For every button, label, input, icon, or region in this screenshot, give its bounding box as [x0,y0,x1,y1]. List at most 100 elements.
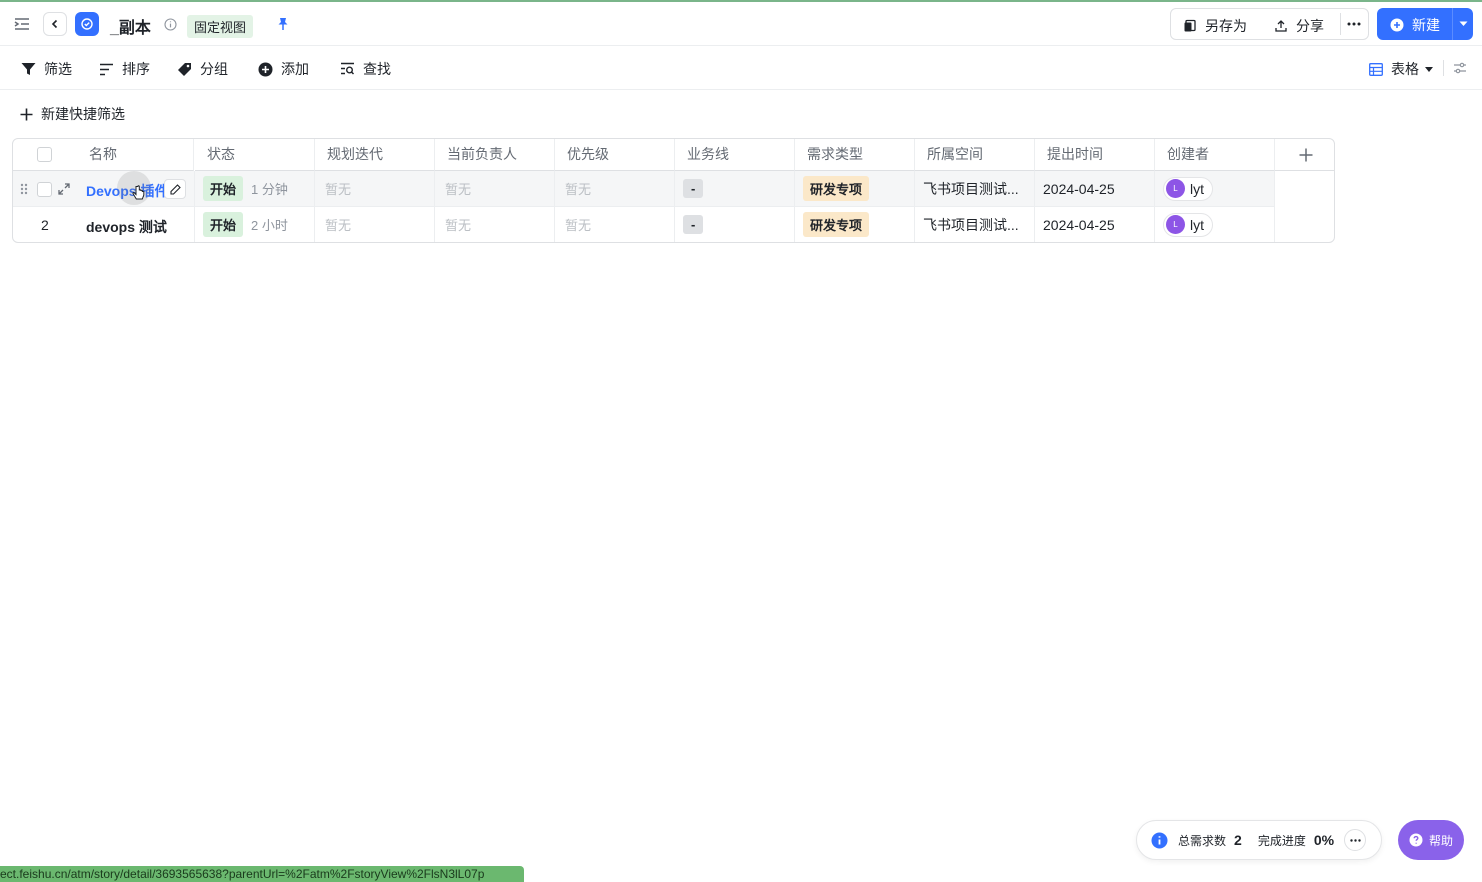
caret-down-icon [1425,66,1433,72]
select-all-checkbox[interactable] [37,147,52,162]
summary-panel: 总需求数 2 完成进度 0% [1136,820,1382,860]
add-label: 添加 [281,61,309,77]
info-icon[interactable] [163,17,177,31]
help-button[interactable]: 帮助 [1398,820,1464,860]
row-checkbox[interactable] [37,182,52,197]
save-as-button[interactable]: 另存为 [1183,16,1247,36]
sidebar-toggle-icon[interactable] [12,14,32,34]
drag-handle-icon[interactable] [20,183,28,195]
avatar: L [1166,215,1185,234]
more-icon[interactable] [1344,829,1367,851]
new-dropdown-icon[interactable] [1454,16,1472,32]
column-header[interactable]: 名称 [89,139,117,169]
column-header[interactable]: 需求类型 [795,139,915,171]
column-header[interactable]: 所属空间 [915,139,1035,171]
creator-cell[interactable]: L lyt [1155,207,1275,242]
add-button[interactable]: 添加 [258,59,309,79]
empty-value: 暂无 [445,182,472,197]
page-title: _副本 [110,20,151,37]
sort-button[interactable]: 排序 [99,59,150,79]
iteration-cell[interactable]: 暂无 [315,171,435,207]
table-row[interactable]: 2 devops 测试 [13,207,195,242]
share-label: 分享 [1296,18,1324,34]
plus-icon [1299,148,1312,161]
view-type-tag: 固定视图 [187,15,254,38]
space-value: 飞书项目测试... [923,180,1019,197]
created-cell[interactable]: 2024-04-25 [1035,207,1155,242]
column-header[interactable]: 创建者 [1155,139,1275,171]
row-name[interactable]: devops 测试 [86,217,167,237]
new-quick-filter-button[interactable]: 新建快捷筛选 [20,104,125,124]
status-tag: 开始 [203,176,244,201]
add-column-button[interactable] [1275,139,1334,171]
table-row[interactable]: Devops 插件 [13,171,195,207]
type-cell[interactable]: 研发专项 [795,207,915,242]
status-cell[interactable]: 开始 1 分钟 [195,171,315,207]
user-chip[interactable]: L lyt [1163,212,1213,237]
pin-icon[interactable] [275,16,291,32]
created-cell[interactable]: 2024-04-25 [1035,171,1155,207]
filter-button[interactable]: 筛选 [21,59,72,79]
header-select-cell: 名称 [13,139,194,171]
space-cell[interactable]: 飞书项目测试... [915,171,1035,207]
progress-value: 0% [1313,832,1335,848]
filter-label: 筛选 [44,61,72,77]
business-line-tag: - [683,215,704,234]
settings-sliders-icon[interactable] [1452,60,1468,76]
column-header[interactable]: 规划迭代 [315,139,435,171]
plus-icon [20,108,33,120]
info-filled-icon [1151,832,1168,848]
share-icon [1275,20,1287,32]
view-toolbar: 筛选 排序 分组 添加 查找 表格 [0,46,1482,90]
link-preview-statusbar: ect.feishu.cn/atm/story/detail/369356563… [0,866,524,882]
user-chip[interactable]: L lyt [1163,176,1213,201]
edit-icon[interactable] [164,179,186,199]
status-time: 2 小时 [251,218,288,233]
view-mode-label: 表格 [1391,61,1419,77]
save-as-label: 另存为 [1205,18,1247,34]
priority-cell[interactable]: 暂无 [555,171,675,207]
group-button[interactable]: 分组 [177,59,228,79]
avatar: L [1166,179,1185,198]
column-header[interactable]: 优先级 [555,139,675,171]
status-tag: 开始 [203,212,244,237]
column-header[interactable]: 提出时间 [1035,139,1155,171]
creator-name: lyt [1190,216,1204,233]
top-bar: _副本 固定视图 另存为 分享 新建 [0,0,1482,46]
type-cell[interactable]: 研发专项 [795,171,915,207]
status-cell[interactable]: 开始 2 小时 [195,207,315,242]
plus-circle-icon [258,62,273,76]
new-button[interactable]: 新建 [1377,8,1473,40]
find-button[interactable]: 查找 [340,59,391,79]
back-button[interactable] [43,12,67,36]
type-tag: 研发专项 [803,212,870,237]
creator-cell[interactable]: L lyt [1155,171,1275,207]
action-group: 另存为 分享 [1170,8,1369,40]
column-header[interactable]: 状态 [195,139,315,171]
plus-circle-icon [1390,18,1404,32]
new-button-inner: 新建 [1390,15,1440,35]
business-line-cell[interactable]: - [675,207,795,242]
more-icon[interactable] [1344,15,1364,33]
new-label: 新建 [1412,17,1440,33]
type-tag: 研发专项 [803,176,870,201]
find-label: 查找 [363,61,391,77]
share-button[interactable]: 分享 [1274,16,1324,36]
progress-label: 完成进度 [1257,833,1306,848]
owner-cell[interactable]: 暂无 [435,207,555,242]
quick-filter-label: 新建快捷筛选 [41,106,125,122]
business-line-cell[interactable]: - [675,171,795,207]
total-label: 总需求数 [1178,833,1227,848]
group-label: 分组 [200,61,228,77]
empty-value: 暂无 [565,182,592,197]
view-mode-selector[interactable]: 表格 [1369,59,1433,79]
status-time: 1 分钟 [251,182,288,197]
expand-icon[interactable] [58,183,70,195]
priority-cell[interactable]: 暂无 [555,207,675,242]
iteration-cell[interactable]: 暂无 [315,207,435,242]
space-cell[interactable]: 飞书项目测试... [915,207,1035,242]
column-header[interactable]: 当前负责人 [435,139,555,171]
column-header[interactable]: 业务线 [675,139,795,171]
tag-icon [178,62,191,76]
owner-cell[interactable]: 暂无 [435,171,555,207]
